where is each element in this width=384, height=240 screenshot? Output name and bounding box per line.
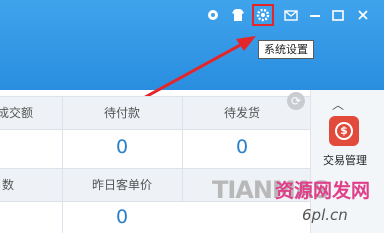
stat-value: 0 xyxy=(235,136,249,158)
dashboard-panel: 成交额 待付款 待发货 0 0 数 昨日客单价 0 xyxy=(0,96,310,233)
chevron-up-icon[interactable]: ︿ xyxy=(332,96,344,113)
stats-header-row-1: 成交额 待付款 待发货 xyxy=(0,96,310,130)
stats-value-row-1: 0 0 xyxy=(0,130,310,168)
stat-label: 待发货 xyxy=(223,106,260,120)
divider xyxy=(62,96,63,233)
stat-value: 0 xyxy=(115,206,129,228)
transaction-management-icon[interactable]: $ xyxy=(329,116,359,146)
sidebar-item-label[interactable]: 交易管理 xyxy=(314,152,376,168)
watermark-text-cn: 资源网发网 xyxy=(275,180,371,202)
stat-label: 数 xyxy=(1,178,14,192)
stat-value: 0 xyxy=(115,136,129,158)
watermark-url: 6pl.cn xyxy=(302,206,348,224)
refresh-icon[interactable]: ⟳ xyxy=(287,92,305,110)
stat-label: 待付款 xyxy=(103,106,140,120)
stat-label: 昨日客单价 xyxy=(91,178,152,192)
dollar-icon: $ xyxy=(335,122,353,140)
divider xyxy=(182,96,183,202)
stats-value-row-2: 0 xyxy=(0,202,310,233)
